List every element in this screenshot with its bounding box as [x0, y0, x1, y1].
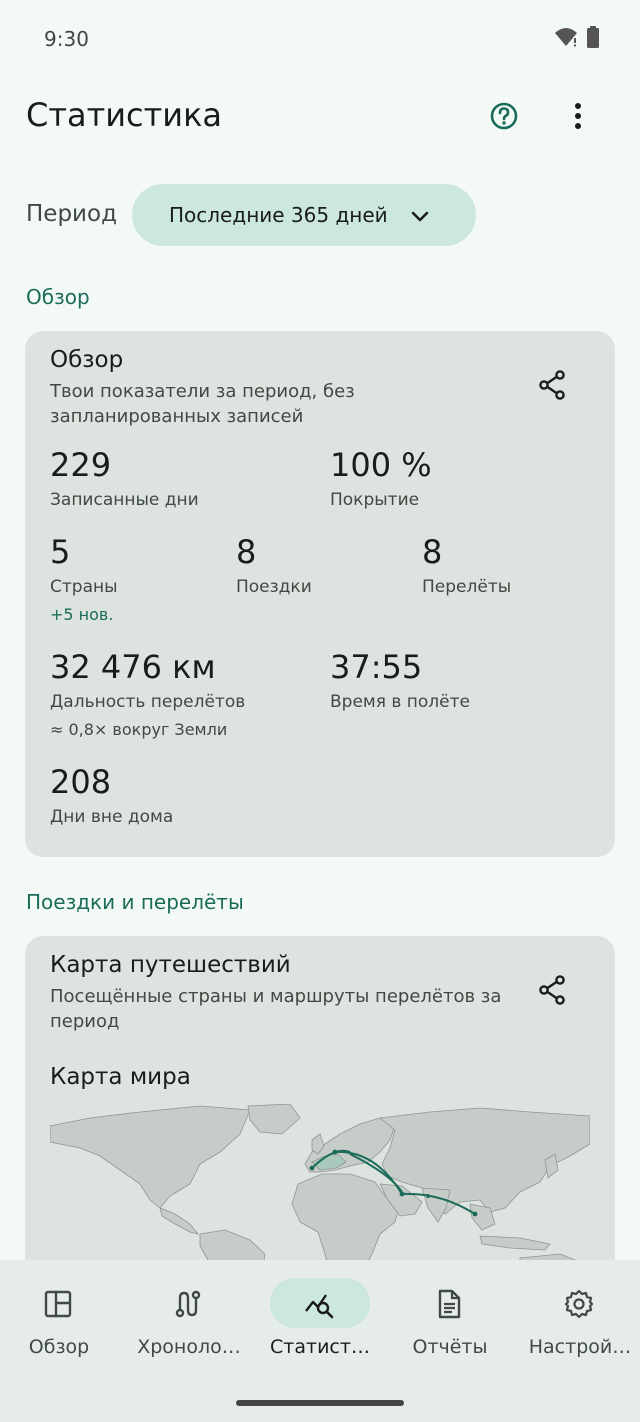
page-title: Статистика — [26, 96, 222, 134]
overview-card-subtitle: Твои показатели за период, без запланиро… — [50, 381, 355, 427]
dashboard-icon — [44, 1290, 72, 1318]
overview-card: Обзор Твои показатели за период, без зап… — [25, 331, 615, 857]
stat-note-new-countries: +5 нов. — [50, 605, 114, 624]
route-icon — [175, 1290, 201, 1318]
nav-item-timeline[interactable]: Хроноло… — [125, 1278, 253, 1378]
share-map-button[interactable] — [535, 972, 571, 1008]
wifi-icon — [555, 28, 577, 47]
stat-label: Дни вне дома — [50, 807, 174, 827]
world-map-title: Карта мира — [50, 1064, 191, 1090]
nav-label: Обзор — [28, 1336, 90, 1358]
stat-note-earth-circumference: ≈ 0,8× вокруг Земли — [50, 720, 228, 739]
stat-days-away: 208 Дни вне дома — [50, 763, 173, 827]
battery-icon — [587, 26, 599, 48]
stat-label: Покрытие — [330, 490, 420, 510]
stat-value: 8 — [236, 533, 257, 571]
stat-value: 32 476 км — [50, 648, 216, 686]
stat-flights: 8 Перелёты — [422, 533, 511, 597]
world-map[interactable] — [50, 1104, 590, 1274]
nav-item-statistics[interactable]: Статист… — [256, 1278, 384, 1378]
stat-flight-distance: 32 476 км Дальность перелётов ≈ 0,8× вок… — [50, 648, 245, 739]
nav-label: Отчёты — [412, 1336, 488, 1358]
nav-label: Настрой… — [528, 1336, 632, 1358]
stat-value: 5 — [50, 533, 71, 571]
period-label: Период — [26, 201, 117, 227]
stat-label: Время в полёте — [330, 692, 470, 712]
nav-label: Хроноло… — [137, 1336, 241, 1358]
more-vert-icon — [575, 103, 581, 129]
stat-value: 100 % — [330, 446, 432, 484]
query-stats-icon — [305, 1294, 334, 1319]
stat-coverage: 100 % Покрытие — [330, 446, 432, 510]
travel-map-card: Карта путешествий Посещённые страны и ма… — [25, 936, 615, 1276]
status-bar: 9:30 — [0, 0, 640, 78]
travel-map-card-subtitle: Посещённые страны и маршруты перелётов з… — [50, 986, 502, 1032]
settings-icon — [564, 1289, 594, 1319]
nav-label: Статист… — [270, 1336, 370, 1358]
nav-item-overview[interactable]: Обзор — [0, 1278, 123, 1378]
document-icon — [438, 1289, 461, 1319]
status-time: 9:30 — [44, 27, 89, 51]
help-icon — [490, 102, 518, 130]
travel-map-card-title: Карта путешествий — [50, 952, 291, 978]
overview-card-title: Обзор — [50, 347, 124, 373]
section-header-overview: Обзор — [26, 285, 90, 309]
stat-label: Страны — [50, 577, 118, 597]
stat-value: 208 — [50, 763, 112, 801]
more-options-button[interactable] — [560, 98, 596, 134]
nav-item-settings[interactable]: Настрой… — [516, 1278, 640, 1378]
bottom-navigation: Обзор Хроноло… Статист… Отчёты Настрой… — [0, 1260, 640, 1422]
stat-recorded-days: 229 Записанные дни — [50, 446, 199, 510]
stat-value: 229 — [50, 446, 112, 484]
stat-trips: 8 Поездки — [236, 533, 312, 597]
chevron-down-icon — [411, 211, 429, 222]
share-icon — [539, 370, 565, 400]
stat-value: 8 — [422, 533, 443, 571]
stat-label: Дальность перелётов — [50, 692, 246, 712]
section-header-trips: Поездки и перелёты — [26, 890, 244, 914]
share-icon — [539, 975, 565, 1005]
stat-label: Поездки — [236, 577, 312, 597]
help-button[interactable] — [486, 98, 522, 134]
stat-value: 37:55 — [330, 648, 423, 686]
home-indicator[interactable] — [236, 1400, 404, 1406]
world-map-graphic — [50, 1104, 590, 1274]
period-row: Период Последние 365 дней — [26, 184, 616, 246]
nav-item-reports[interactable]: Отчёты — [386, 1278, 514, 1378]
stat-label: Перелёты — [422, 577, 512, 597]
period-selected-value: Последние 365 дней — [169, 203, 388, 227]
app-bar: Статистика — [0, 78, 640, 158]
status-icons — [554, 26, 600, 48]
share-overview-button[interactable] — [535, 367, 571, 403]
period-dropdown[interactable]: Последние 365 дней — [132, 184, 476, 246]
stat-flight-time: 37:55 Время в полёте — [330, 648, 470, 712]
stat-label: Записанные дни — [50, 490, 199, 510]
stat-countries: 5 Страны +5 нов. — [50, 533, 118, 624]
